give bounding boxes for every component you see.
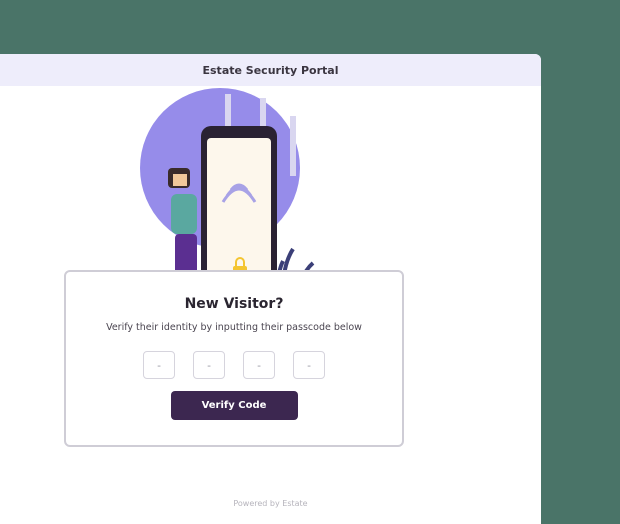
footer-text: Powered by Estate bbox=[233, 499, 308, 508]
title-bar: Estate Security Portal bbox=[0, 54, 541, 86]
visitor-verification-card: New Visitor? Verify their identity by in… bbox=[64, 270, 404, 447]
portal-window: Estate Security Portal New Visitor? Veri… bbox=[0, 54, 541, 524]
person-torso bbox=[171, 194, 197, 234]
card-subtitle: Verify their identity by inputting their… bbox=[106, 322, 362, 333]
card-title: New Visitor? bbox=[184, 296, 284, 312]
phone-screen bbox=[207, 138, 271, 288]
passcode-inputs: - - - - bbox=[66, 351, 402, 379]
passcode-digit-1[interactable]: - bbox=[143, 351, 175, 379]
passcode-digit-2[interactable]: - bbox=[193, 351, 225, 379]
building-pillar bbox=[290, 116, 296, 176]
passcode-digit-4[interactable]: - bbox=[293, 351, 325, 379]
verify-code-button[interactable]: Verify Code bbox=[170, 391, 298, 420]
window-title: Estate Security Portal bbox=[202, 63, 339, 77]
passcode-digit-3[interactable]: - bbox=[243, 351, 275, 379]
person-face bbox=[173, 174, 187, 186]
